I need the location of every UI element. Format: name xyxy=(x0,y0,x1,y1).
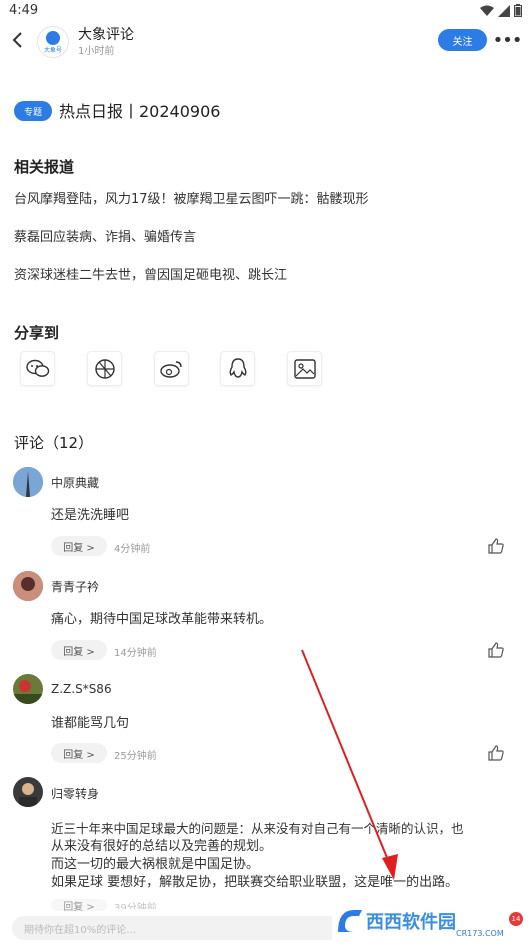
avatar[interactable] xyxy=(13,777,43,807)
annotation-arrow-icon xyxy=(301,649,398,880)
comment-time: 25分钟前 xyxy=(114,751,157,762)
portrait-avatar-image xyxy=(13,571,43,601)
weibo-icon xyxy=(159,360,182,378)
source-time: 1小时前 xyxy=(78,46,115,57)
qq-icon xyxy=(229,357,246,378)
watermark-text: 西西软件园 xyxy=(366,911,456,933)
comment-author[interactable]: 青青子衿 xyxy=(51,578,99,595)
follow-button[interactable]: 关注 xyxy=(438,29,487,51)
watermark-sub: CR173.COM xyxy=(456,929,504,938)
avatar[interactable] xyxy=(13,467,43,497)
related-item[interactable]: 蔡磊回应装病、诈捐、骗婚传言 xyxy=(14,226,196,245)
comment-text: 痛心，期待中国足球改革能带来转机。 xyxy=(51,612,273,627)
like-icon[interactable] xyxy=(488,538,504,554)
comment-author[interactable]: Z.Z.S*S86 xyxy=(51,682,112,696)
landscape-avatar-image xyxy=(13,674,43,704)
comments-heading: 评论（12） xyxy=(14,434,94,452)
battery-icon xyxy=(514,4,522,17)
topic-title: 热点日报丨20240906 xyxy=(59,102,221,121)
related-heading: 相关报道 xyxy=(14,158,75,176)
topic-badge: 专题 xyxy=(14,101,52,121)
wechat-icon xyxy=(25,359,49,377)
avatar[interactable] xyxy=(13,571,43,601)
share-weibo-button[interactable] xyxy=(154,351,189,386)
tower-avatar-image xyxy=(13,467,43,497)
comment-line: 如果足球 要想好，解散足协，把联赛交给职业联盟，这是唯一的出路。 xyxy=(51,875,459,890)
reply-button[interactable]: 回复 > xyxy=(51,640,107,660)
comment-time: 4分钟前 xyxy=(114,544,151,555)
moments-icon xyxy=(94,358,115,379)
like-icon[interactable] xyxy=(488,642,504,658)
elephant-logo-icon: 大象号 xyxy=(44,31,62,54)
share-moments-button[interactable] xyxy=(87,351,122,386)
status-icons xyxy=(480,4,522,17)
comment-time: 39分钟前 xyxy=(114,903,157,909)
comment-text: 还是洗洗睡吧 xyxy=(51,508,130,523)
comment-author[interactable]: 归零转身 xyxy=(51,785,99,802)
watermark-badge: 14 xyxy=(509,912,523,926)
comment-time: 14分钟前 xyxy=(114,648,157,659)
like-icon[interactable] xyxy=(488,745,504,761)
back-arrow-icon[interactable] xyxy=(8,30,28,50)
comment-line: 近三十年来中国足球最大的问题是：从来没有对自己有一个清晰的认识，也 xyxy=(51,821,464,836)
wifi-icon xyxy=(480,5,494,16)
comment-text: 谁都能骂几句 xyxy=(51,716,130,731)
source-name[interactable]: 大象评论 xyxy=(78,24,134,44)
reply-button[interactable]: 回复 > xyxy=(51,743,107,763)
share-wechat-button[interactable] xyxy=(20,351,55,386)
share-heading: 分享到 xyxy=(14,324,60,342)
image-icon xyxy=(293,358,316,379)
comment-input[interactable]: 期待你在超10%的评论… xyxy=(12,916,342,940)
reply-button[interactable]: 回复 > xyxy=(51,899,107,911)
comment-line: 而这一切的最大祸根就是中国足协。 xyxy=(51,857,260,872)
logo-text: 大象号 xyxy=(44,46,62,54)
person-avatar-image xyxy=(13,777,43,807)
source-avatar[interactable]: 大象号 xyxy=(37,26,69,58)
comment-text: 近三十年来中国足球最大的问题是：从来没有对自己有一个清晰的认识，也 从来没有很好… xyxy=(51,820,521,892)
more-options-icon[interactable]: ••• xyxy=(493,30,523,51)
related-item[interactable]: 台风摩羯登陆，风力17级！被摩羯卫星云图吓一跳：骷髅现形 xyxy=(14,188,369,207)
reply-button[interactable]: 回复 > xyxy=(51,536,107,556)
share-qq-button[interactable] xyxy=(220,351,255,386)
share-image-button[interactable] xyxy=(287,351,322,386)
signal-icon xyxy=(498,4,510,17)
avatar[interactable] xyxy=(13,674,43,704)
comment-line: 从来没有很好的总结以及完善的规划。 xyxy=(51,839,273,854)
watermark-logo-icon: 西西软件园 CR173.COM xyxy=(332,902,522,940)
status-time: 4:49 xyxy=(9,3,39,18)
related-item[interactable]: 资深球迷桂二牛去世，曾因国足砸电视、跳长江 xyxy=(14,264,287,283)
comment-author[interactable]: 中原典藏 xyxy=(51,474,99,491)
